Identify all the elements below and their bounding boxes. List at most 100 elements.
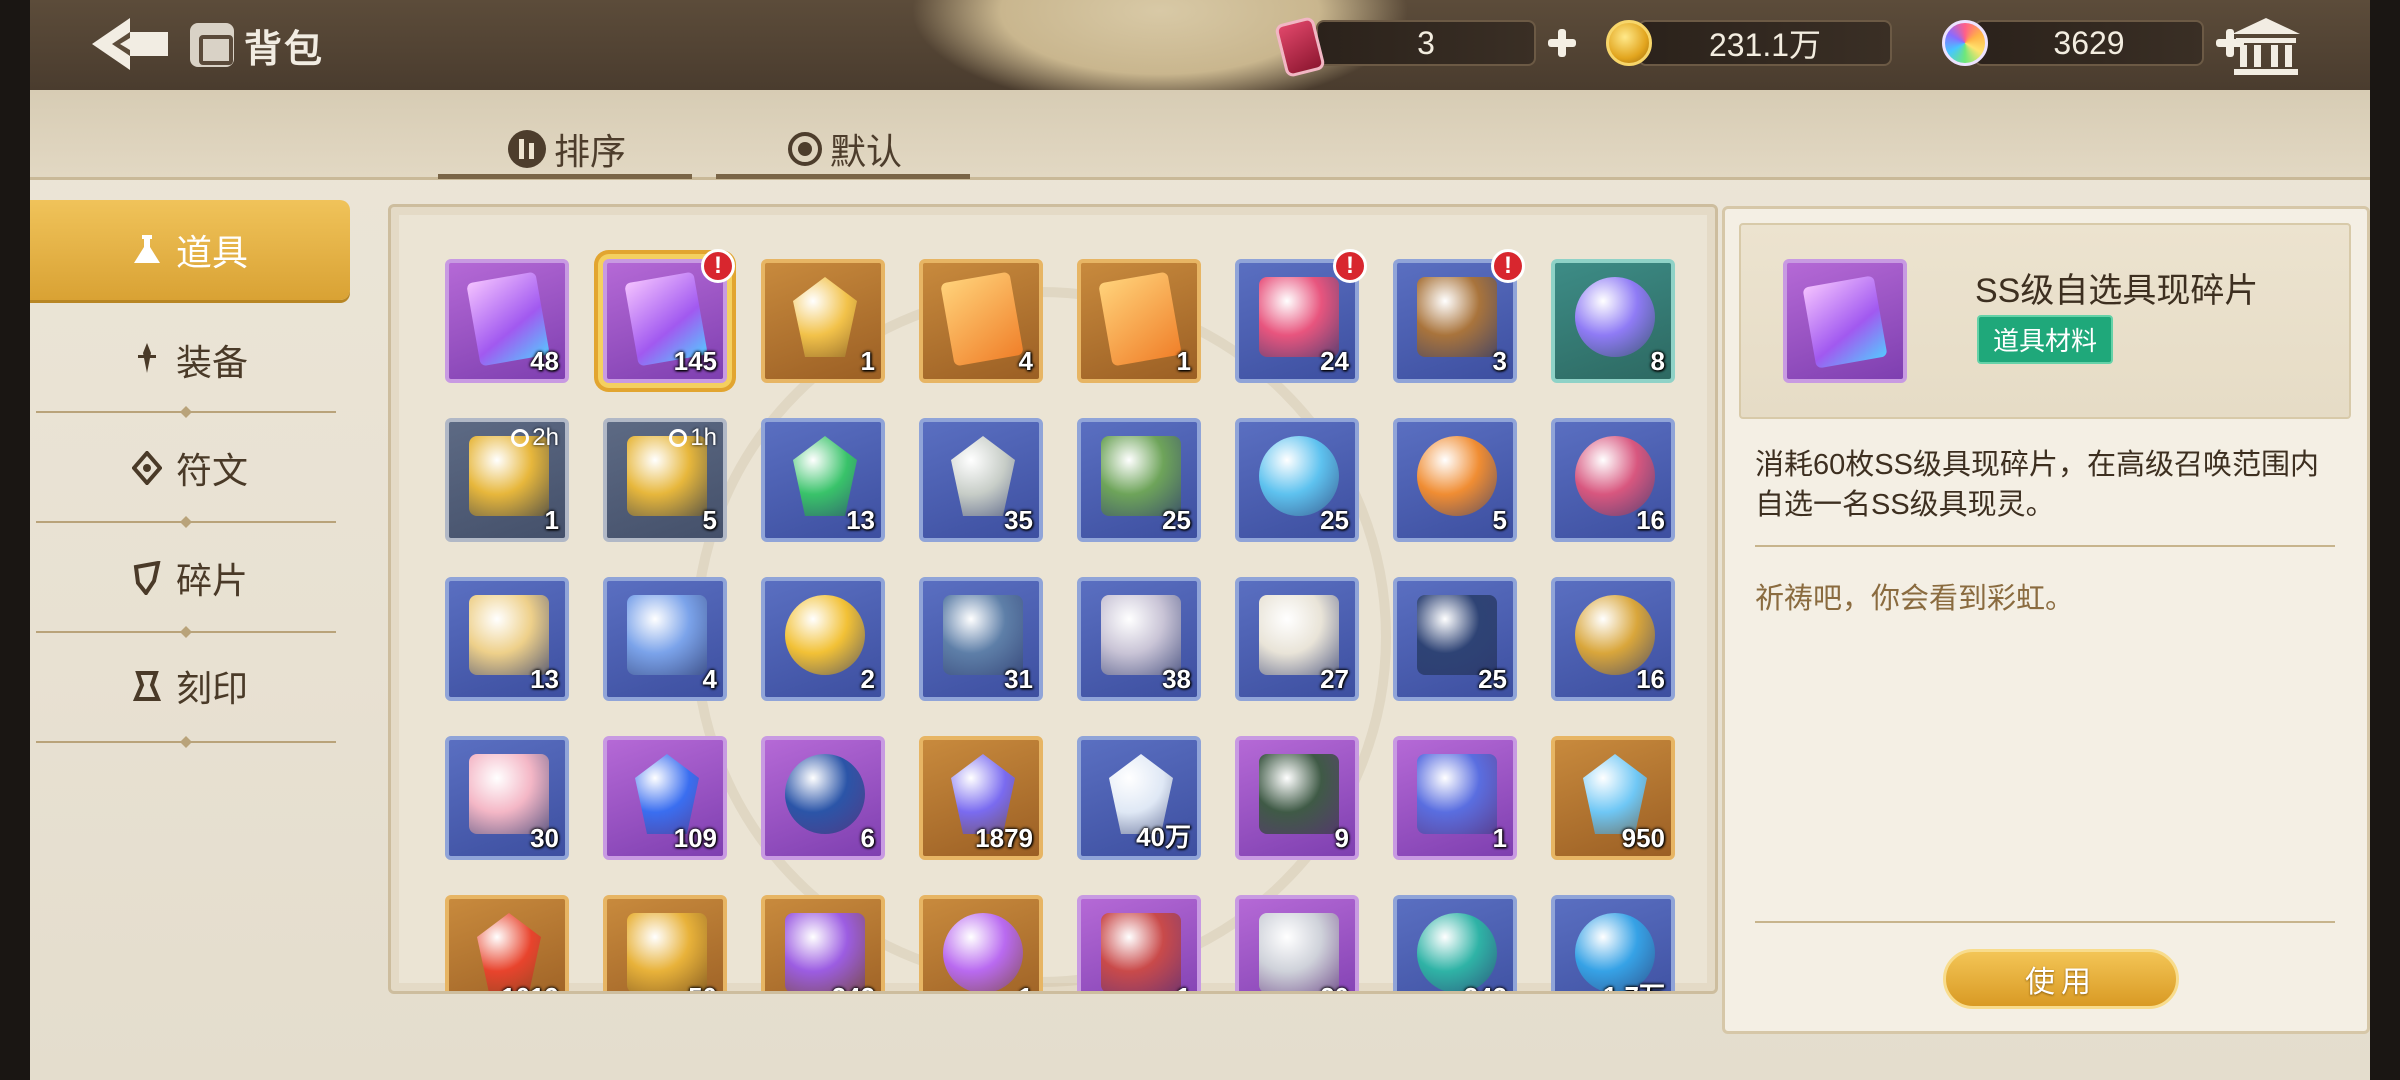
- inventory-slot[interactable]: 1019: [445, 895, 569, 991]
- sidebar-item-items[interactable]: 道具: [30, 200, 350, 300]
- sidebar-item-label: 碎片: [175, 560, 248, 601]
- clock-icon: [669, 429, 688, 447]
- timer-text: 1h: [690, 424, 717, 451]
- radio-icon: [788, 132, 822, 166]
- inventory-slot[interactable]: 4: [603, 577, 727, 701]
- item-count: 35: [1004, 505, 1033, 535]
- sidebar-item-equipment[interactable]: 装备: [30, 310, 350, 410]
- inventory-slot[interactable]: 16: [1551, 418, 1675, 542]
- item-description: 消耗60枚SS级具现碎片，在高级召唤范围内自选一名SS级具现灵。: [1755, 449, 2319, 521]
- gold-badge-icon: [627, 913, 707, 991]
- umbrella-icon: [943, 595, 1023, 675]
- sidebar-item-label: 符文: [175, 450, 248, 491]
- card-art-icon: [1802, 275, 1888, 369]
- inventory-slot[interactable]: 9: [1235, 736, 1359, 860]
- gold-crystal-icon: [793, 277, 857, 357]
- ticket-icon: [1274, 15, 1326, 79]
- inventory-slot[interactable]: 950: [1551, 736, 1675, 860]
- inventory-slot[interactable]: 8: [1551, 259, 1675, 383]
- inventory-slot[interactable]: 35: [919, 418, 1043, 542]
- inventory-slot[interactable]: 25: [1235, 418, 1359, 542]
- inventory-slot[interactable]: 13: [761, 418, 885, 542]
- item-count: 1: [1492, 823, 1507, 853]
- item-count: 1: [1019, 982, 1033, 991]
- inventory-slot[interactable]: 1: [1393, 736, 1517, 860]
- inventory-slot[interactable]: 25: [1077, 418, 1201, 542]
- red-crystal-icon: [477, 913, 541, 991]
- page-title: 背包: [244, 28, 325, 71]
- item-count: 48: [530, 346, 559, 376]
- inventory-slot[interactable]: 1.7万: [1551, 895, 1675, 991]
- inventory-slot[interactable]: 27: [1235, 577, 1359, 701]
- inventory-slot[interactable]: 1h 5: [603, 418, 727, 542]
- back-arrow-icon: [92, 18, 168, 70]
- item-category-badge: 道具材料: [1977, 315, 2114, 364]
- add-ticket-button[interactable]: [1540, 21, 1584, 65]
- item-count: 1879: [975, 823, 1033, 853]
- inventory-slot[interactable]: 109: [603, 736, 727, 860]
- alert-badge-icon: !: [701, 249, 735, 283]
- wooden-crate-icon: [1417, 277, 1497, 357]
- inventory-slot[interactable]: 16: [1551, 577, 1675, 701]
- item-count: 24: [1320, 346, 1349, 376]
- sidebar-item-shards[interactable]: 碎片: [30, 528, 350, 628]
- medal-icon: [1575, 595, 1655, 675]
- gold-coin-icon: [1606, 20, 1652, 66]
- inventory-slot[interactable]: 50: [603, 895, 727, 991]
- inventory-slot[interactable]: 2h 1: [445, 418, 569, 542]
- use-button[interactable]: 使用: [1943, 949, 2179, 1009]
- inventory-slot[interactable]: 1: [1077, 259, 1201, 383]
- open-book-icon: [1259, 595, 1339, 675]
- item-count: 31: [1004, 664, 1033, 694]
- inventory-slot[interactable]: 38: [1077, 577, 1201, 701]
- sword-icon: [132, 343, 162, 377]
- bank-button[interactable]: [2230, 16, 2302, 78]
- water-bowl-icon: [1259, 436, 1339, 516]
- inventory-slot[interactable]: 48: [445, 259, 569, 383]
- inventory-slot[interactable]: 242: [1393, 895, 1517, 991]
- sidebar-item-label: 刻印: [175, 668, 248, 709]
- inventory-slot[interactable]: 1: [1077, 895, 1201, 991]
- sort-underline: [438, 174, 692, 179]
- page-title-group: 背包: [190, 18, 324, 72]
- inventory-slot[interactable]: 31: [919, 577, 1043, 701]
- inventory-slot[interactable]: 4: [919, 259, 1043, 383]
- item-count: 5: [702, 505, 717, 535]
- inventory-slot[interactable]: 20: [1235, 895, 1359, 991]
- default-order-tab[interactable]: 默认: [788, 118, 902, 180]
- inventory-slot[interactable]: 25: [1393, 577, 1517, 701]
- green-crystal-icon: [793, 436, 857, 516]
- inventory-slot[interactable]: 2: [761, 577, 885, 701]
- back-button[interactable]: [86, 14, 176, 74]
- inventory-slot[interactable]: 5: [1393, 418, 1517, 542]
- inventory-slot[interactable]: 40万: [1077, 736, 1201, 860]
- inventory-slot[interactable]: 13: [445, 577, 569, 701]
- alert-badge-icon: !: [1333, 249, 1367, 283]
- grain-pile-icon: [469, 595, 549, 675]
- gift-box-pink-icon: [1259, 277, 1339, 357]
- sidebar-item-seals[interactable]: 刻印: [30, 636, 350, 736]
- item-count: 40万: [1136, 822, 1191, 852]
- blue-coin-icon: [785, 754, 865, 834]
- sort-icon: [508, 130, 546, 168]
- inventory-slot[interactable]: 1: [761, 259, 885, 383]
- default-underline: [716, 174, 970, 179]
- inventory-slot[interactable]: 30: [445, 736, 569, 860]
- blue-book-icon: [1417, 595, 1497, 675]
- sort-tab[interactable]: 排序: [508, 118, 626, 180]
- item-count: 20: [1320, 982, 1349, 991]
- item-count: 38: [1162, 664, 1191, 694]
- top-bar: 背包 3 231.1万 3629: [30, 0, 2370, 110]
- clock-icon: [511, 429, 530, 447]
- inventory-slot[interactable]: 1: [919, 895, 1043, 991]
- pink-teapot-icon: [1575, 436, 1655, 516]
- detail-divider: [1755, 545, 2335, 547]
- gem-amount: 3629: [1974, 20, 2204, 66]
- flask-icon: [132, 233, 162, 267]
- sort-label: 排序: [554, 131, 627, 172]
- purple-orb-icon: [943, 913, 1023, 991]
- inventory-slot[interactable]: 1879: [919, 736, 1043, 860]
- inventory-slot[interactable]: 6: [761, 736, 885, 860]
- sidebar-item-runes[interactable]: 符文: [30, 418, 350, 518]
- inventory-slot[interactable]: 242: [761, 895, 885, 991]
